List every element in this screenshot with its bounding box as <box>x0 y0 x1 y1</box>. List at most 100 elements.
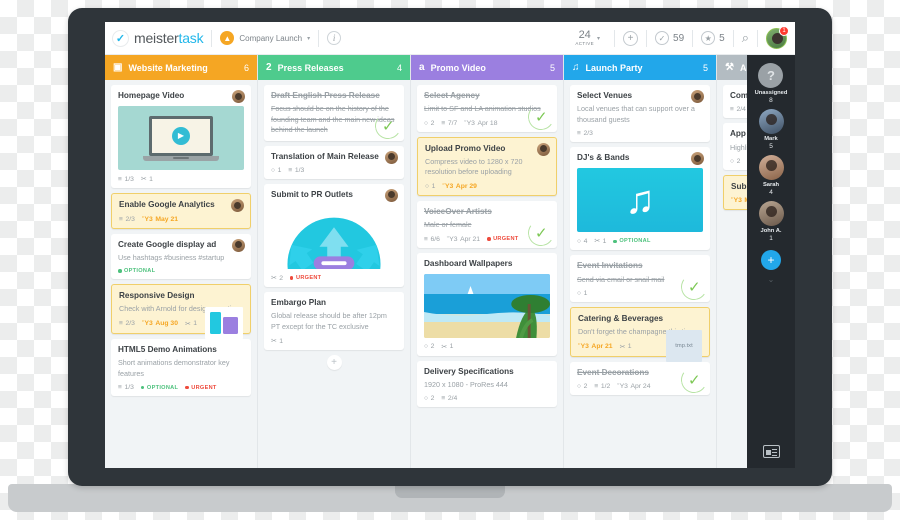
tv-icon: ὏a <box>419 62 425 73</box>
task-card[interactable]: Catering & Beverages Don't forget the cha… <box>570 307 710 357</box>
comment-icon: ○ <box>577 383 581 390</box>
task-card[interactable]: VoiceOver Artists Male or female ≡ 6/6 Ὕ3 Apr… <box>417 201 557 248</box>
card-meta-attachment: ✂ 1 <box>620 343 632 351</box>
card-assignee-avatar[interactable] <box>385 189 398 202</box>
column-header[interactable]: ὎2 Press Releases 4 <box>258 55 410 80</box>
panel-toggle-icon[interactable] <box>763 445 780 458</box>
card-meta-checklist: ≡ 2/4 <box>441 395 457 402</box>
info-icon[interactable]: i <box>327 31 341 45</box>
app-logo[interactable]: ✓ meistertask <box>112 30 203 47</box>
card-meta-row: ✂ 2 URGENT <box>271 274 397 282</box>
card-meta-attachment: ✂ 1 <box>271 337 283 345</box>
member-filter-item[interactable]: ? Unassigned 8 <box>755 63 788 104</box>
task-card[interactable]: Event Invitations Send via email or snail… <box>570 255 710 302</box>
card-tag-label: OPTIONAL <box>124 268 155 274</box>
active-number: 24 <box>575 30 594 41</box>
member-filter-sidebar: ? Unassigned 8 Mark 5 Sarah 4 John A. 1 + ⌄ <box>747 55 795 468</box>
user-avatar-button[interactable]: 1 <box>766 28 787 49</box>
board-column: ♫ Launch Party 5 Select Venues Local venues … <box>564 55 717 468</box>
card-meta-checklist: ≡ 1/3 <box>118 176 134 183</box>
star-icon: ★ <box>701 31 715 45</box>
calendar-icon: Ὕ3 <box>447 236 458 243</box>
megaphone-icon: ὎2 <box>266 62 272 73</box>
card-meta-text: Apr 18 <box>477 120 497 127</box>
member-filter-item[interactable]: Sarah 4 <box>759 155 784 196</box>
task-card[interactable]: Upload Promo Video Compress video to 1280… <box>417 137 557 196</box>
member-filter-item[interactable]: John A. 1 <box>759 201 784 242</box>
column-header[interactable]: ὏a Promo Video 5 <box>411 55 563 80</box>
card-meta-text: 1 <box>193 320 197 327</box>
completed-stat[interactable]: ✓ 59 <box>655 31 684 45</box>
card-meta-text: 4 <box>584 238 588 245</box>
task-card[interactable]: Create Google display ad Use hashtags #bu… <box>111 234 251 280</box>
column-header[interactable]: ♫ Launch Party 5 <box>564 55 716 80</box>
add-member-button[interactable]: + <box>761 250 781 270</box>
task-card[interactable]: DJ's & Bands ♫ ○ 4 ✂ 1 OPTIONAL <box>570 147 710 250</box>
comment-icon: ○ <box>271 167 275 174</box>
task-card[interactable]: Dashboard Wallpapers ○ 2 ✂ 1 <box>417 253 557 356</box>
task-card[interactable]: Enable Google Analytics ≡ 2/3 Ὕ3 May 21 <box>111 193 251 228</box>
card-title: Responsive Design <box>119 291 243 301</box>
column-header[interactable]: ▣ Website Marketing 6 <box>105 55 257 80</box>
task-card[interactable]: Draft English Press Release Focus should … <box>264 85 404 141</box>
check-circle-icon: ✓ <box>655 31 669 45</box>
active-chevron-icon[interactable]: ▾ <box>597 35 600 42</box>
card-meta-checklist: ≡ 1/3 <box>288 167 304 174</box>
card-meta-text: 1/3 <box>295 167 304 174</box>
card-meta-text: Apr 24 <box>630 383 650 390</box>
tag-dot-icon <box>290 276 294 280</box>
add-card-button[interactable]: + <box>327 355 342 370</box>
task-card[interactable]: Homepage Video ▶ ≡ 1/3 ✂ 1 <box>111 85 251 188</box>
task-card[interactable]: Select Venues Local venues that can suppo… <box>570 85 710 142</box>
task-card[interactable]: Submit to PR Outlets ✂ 2 URGENT <box>264 184 404 287</box>
logo-text-light: task <box>179 30 204 46</box>
card-meta-attachment: ✂ 1 <box>185 320 197 328</box>
task-card[interactable]: Delivery Specifications 1920 x 1080 - Pro… <box>417 361 557 408</box>
card-tag: URGENT <box>185 385 216 391</box>
member-list-chevron-icon[interactable]: ⌄ <box>768 275 775 284</box>
card-meta-attachment: ✂ 1 <box>594 237 606 245</box>
card-assignee-avatar[interactable] <box>232 90 245 103</box>
card-tag-label: URGENT <box>191 385 216 391</box>
card-meta-comment: ○ 2 <box>424 395 434 402</box>
task-card[interactable]: Event Decorations ○ 2 ≡ 1/2 Ὕ3 Apr 24 ✓ <box>570 362 710 395</box>
add-task-button[interactable]: + <box>623 31 638 46</box>
column-cards: Select Venues Local venues that can suppo… <box>564 80 716 468</box>
starred-stat[interactable]: ★ 5 <box>701 31 725 45</box>
card-thumbnail-beach <box>424 274 550 338</box>
card-thumbnail-arrows <box>271 205 397 269</box>
task-card[interactable]: Translation of Main Release ○ 1 ≡ 1/3 <box>264 146 404 179</box>
member-filter-item[interactable]: Mark 5 <box>759 109 784 150</box>
card-assignee-avatar[interactable] <box>385 151 398 164</box>
member-task-count: 1 <box>769 235 773 242</box>
task-card[interactable]: Select Agency Limit to SF and LA animatio… <box>417 85 557 132</box>
card-assignee-avatar[interactable] <box>232 239 245 252</box>
card-description: Global release should be after 12pm PT e… <box>271 311 397 332</box>
member-avatar: ? <box>758 63 783 88</box>
attachment-icon: ✂ <box>271 337 277 345</box>
toolbar-divider-6 <box>733 30 734 47</box>
card-meta-date: Ὕ3 Apr 18 <box>464 120 497 127</box>
tag-dot-icon <box>613 240 617 244</box>
project-selector[interactable]: ▲ Company Launch ▾ <box>220 31 310 45</box>
starred-count: 5 <box>719 33 725 44</box>
card-title: HTML5 Demo Animations <box>118 345 244 355</box>
task-card[interactable]: Responsive Design Check with Arnold for d… <box>111 284 251 334</box>
attachment-icon: ✂ <box>594 237 600 245</box>
card-assignee-avatar[interactable] <box>691 90 704 103</box>
search-icon[interactable]: ⌕ <box>742 30 749 46</box>
card-title: Upload Promo Video <box>425 144 549 154</box>
card-title: Select Agency <box>424 91 550 101</box>
attachment-icon: ✂ <box>441 343 447 351</box>
card-meta-checklist: ≡ 1/3 <box>118 384 134 391</box>
card-meta-row: ≡ 1/3 ✂ 1 <box>118 175 244 183</box>
member-avatar <box>759 109 784 134</box>
card-meta-checklist: ≡ 7/7 <box>441 120 457 127</box>
active-tasks-counter[interactable]: 24 ACTIVE <box>575 30 594 47</box>
comment-icon: ○ <box>730 158 734 165</box>
card-assignee-avatar[interactable] <box>537 143 550 156</box>
card-file-attachment[interactable]: tmp.txt <box>666 330 702 362</box>
task-card[interactable]: Embargo Plan Global release should be aft… <box>264 292 404 350</box>
card-meta-text: May 21 <box>155 216 178 223</box>
task-card[interactable]: HTML5 Demo Animations Short animations de… <box>111 339 251 396</box>
